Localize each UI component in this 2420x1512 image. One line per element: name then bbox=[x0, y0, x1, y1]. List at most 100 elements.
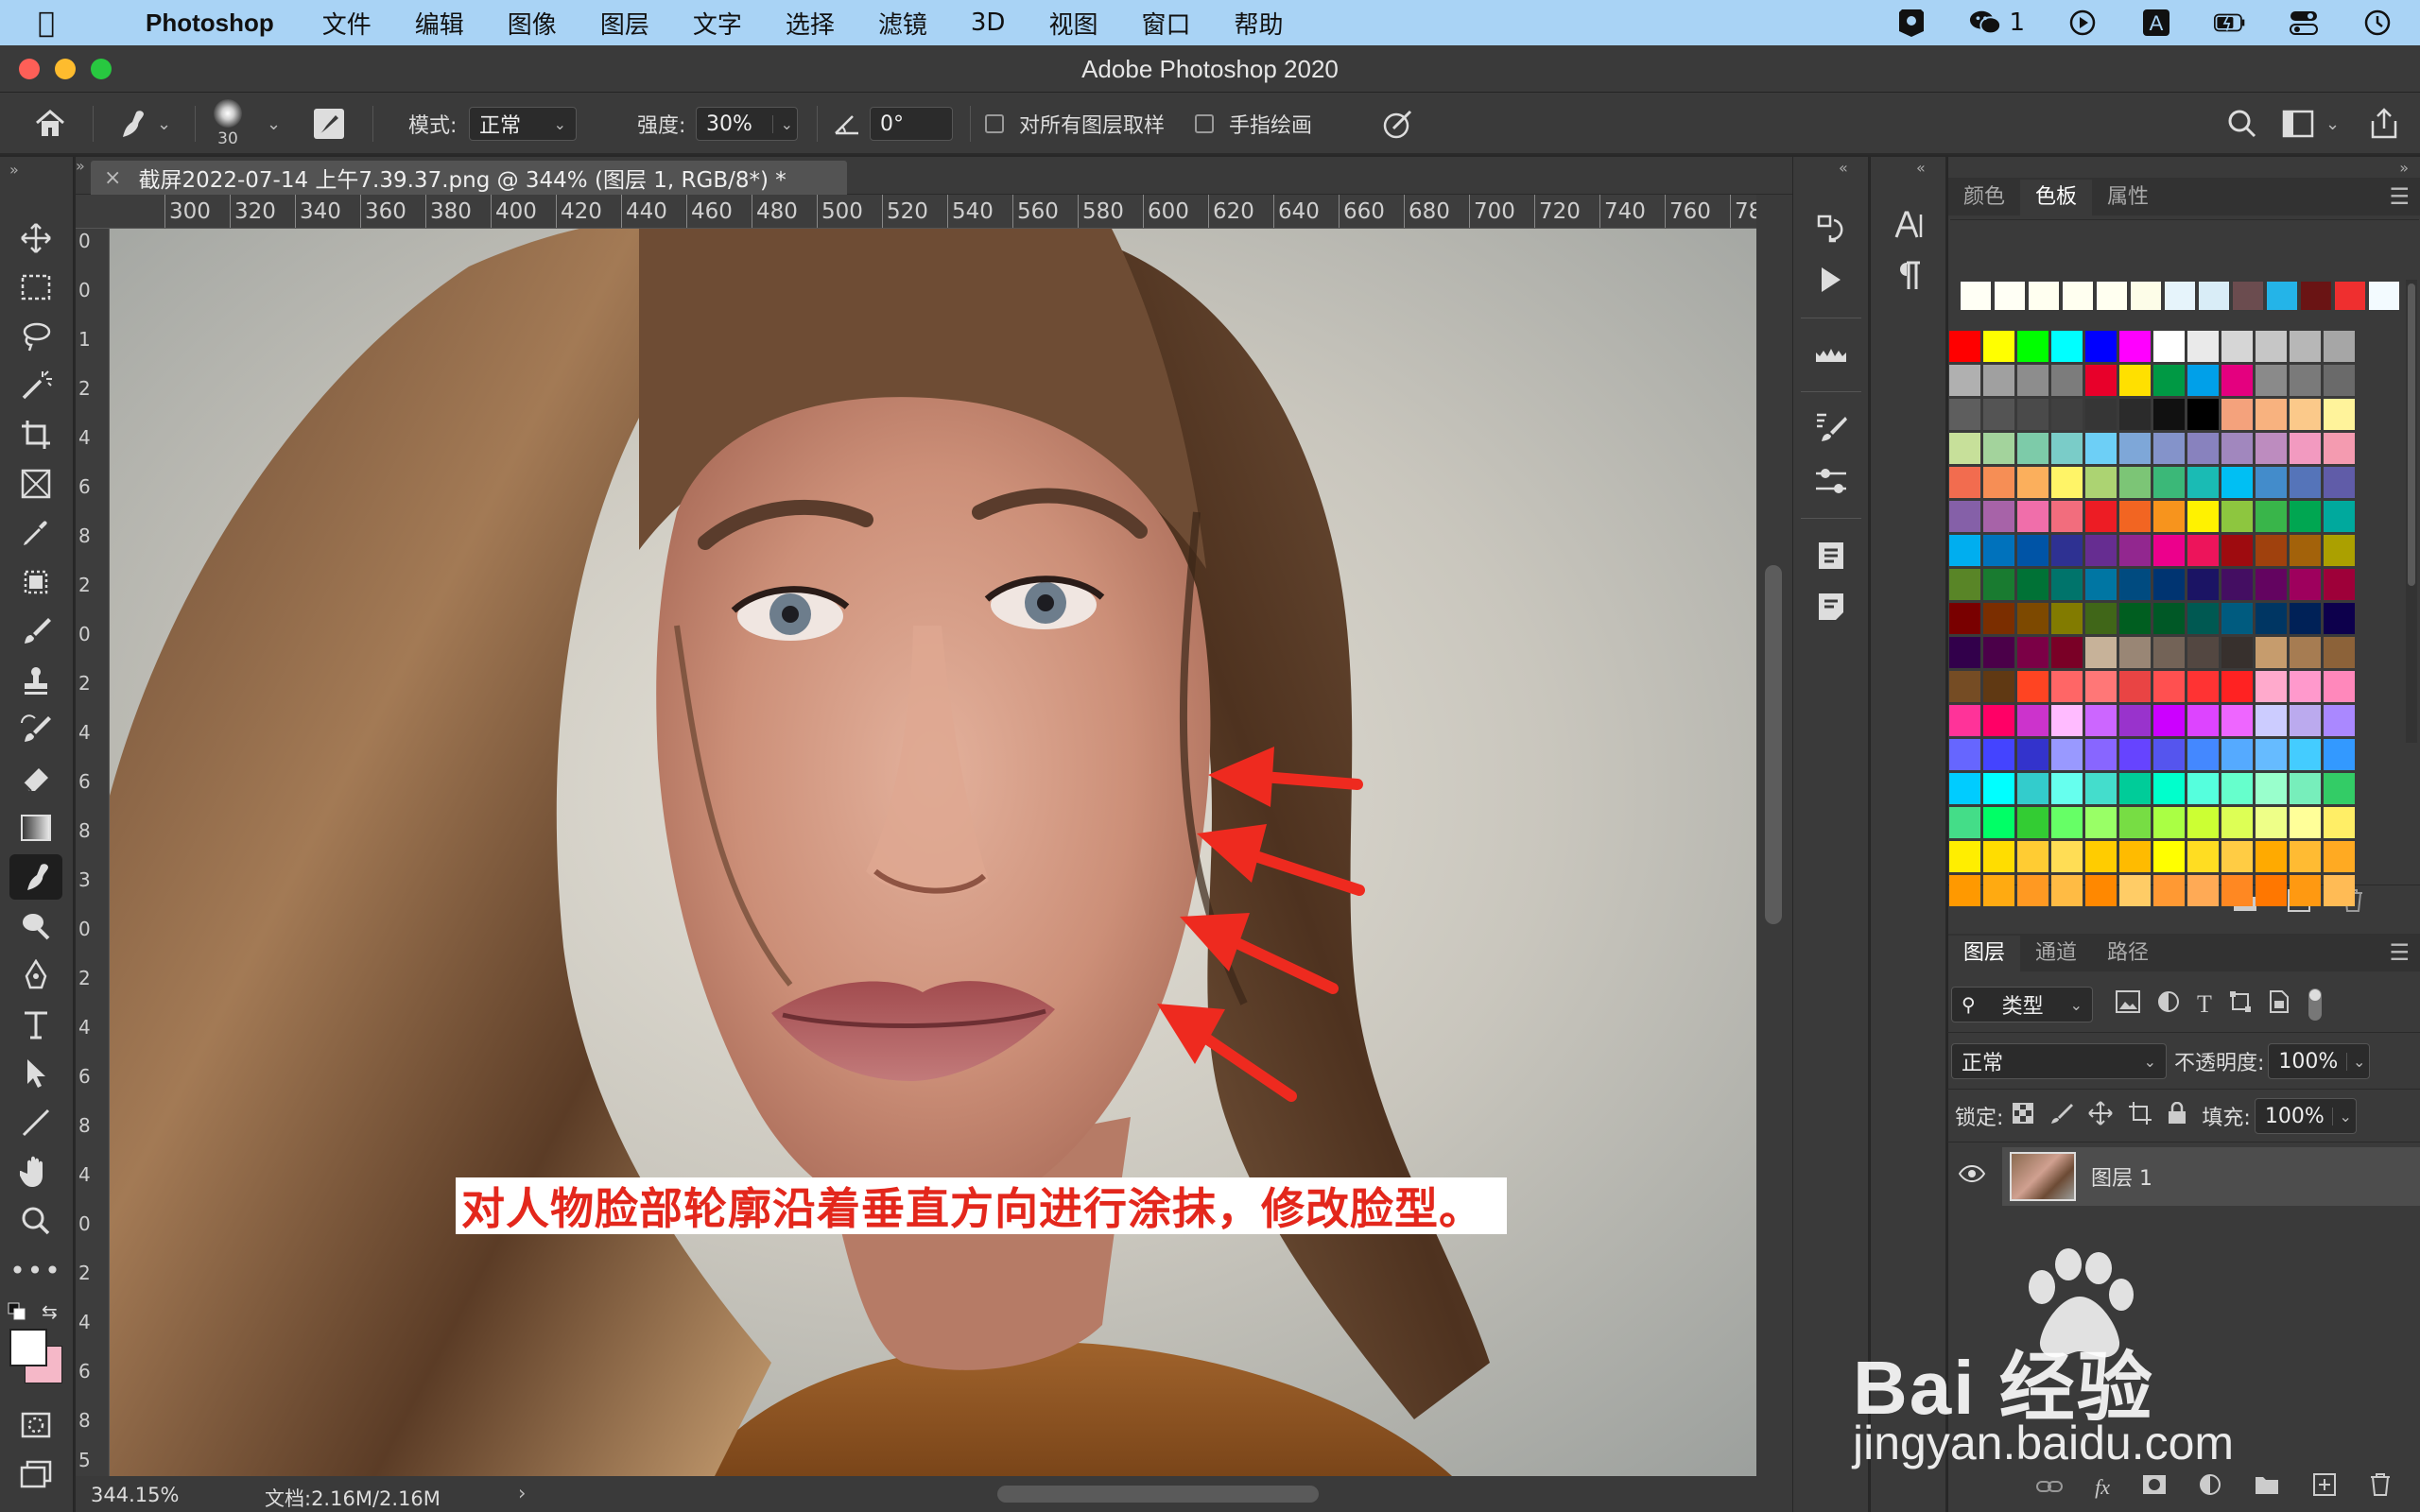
swatch[interactable] bbox=[2051, 807, 2083, 838]
recent-swatch[interactable] bbox=[1961, 282, 1991, 310]
lock-all-icon[interactable] bbox=[2168, 1101, 2187, 1130]
recent-swatch[interactable] bbox=[2029, 282, 2059, 310]
swatch[interactable] bbox=[2085, 739, 2117, 770]
swatch[interactable] bbox=[2153, 739, 2185, 770]
share-button[interactable] bbox=[2369, 93, 2399, 155]
type-tool[interactable] bbox=[9, 1002, 62, 1047]
swatch[interactable] bbox=[2051, 705, 2083, 736]
close-tab-icon[interactable]: × bbox=[104, 166, 121, 190]
recent-swatch[interactable] bbox=[2301, 282, 2331, 310]
marquee-tool[interactable] bbox=[9, 265, 62, 310]
foreground-color-swatch[interactable] bbox=[9, 1329, 47, 1366]
swatch[interactable] bbox=[2256, 331, 2287, 362]
control-center-icon[interactable] bbox=[2288, 7, 2320, 39]
swatch[interactable] bbox=[2017, 331, 2048, 362]
swatch[interactable] bbox=[2290, 569, 2321, 600]
filter-adjustment-icon[interactable] bbox=[2157, 990, 2180, 1019]
swatch[interactable] bbox=[2153, 501, 2185, 532]
swatch[interactable] bbox=[1983, 807, 2014, 838]
swatch[interactable] bbox=[2085, 807, 2117, 838]
swatch[interactable] bbox=[2256, 501, 2287, 532]
swatch[interactable] bbox=[2187, 569, 2219, 600]
collapse-icon[interactable]: » bbox=[76, 157, 85, 175]
swatch[interactable] bbox=[1983, 501, 2014, 532]
swatch[interactable] bbox=[2221, 637, 2253, 668]
swatch[interactable] bbox=[2085, 671, 2117, 702]
swatch[interactable] bbox=[2119, 365, 2151, 396]
swatch[interactable] bbox=[2256, 875, 2287, 906]
swatch[interactable] bbox=[2290, 467, 2321, 498]
swatch[interactable] bbox=[2324, 739, 2355, 770]
pressure-toggle[interactable] bbox=[1382, 93, 1414, 155]
lasso-tool[interactable] bbox=[9, 314, 62, 359]
swatch[interactable] bbox=[2085, 841, 2117, 872]
eyedropper-tool[interactable] bbox=[9, 510, 62, 556]
swatch[interactable] bbox=[2051, 637, 2083, 668]
filter-type-icon[interactable]: T bbox=[2197, 990, 2212, 1019]
screen-mode-button[interactable] bbox=[9, 1452, 62, 1497]
swatch[interactable] bbox=[2017, 671, 2048, 702]
swatch[interactable] bbox=[2153, 875, 2185, 906]
finger-painting-checkbox[interactable]: 手指绘画 bbox=[1195, 93, 1312, 155]
swatch[interactable] bbox=[2119, 875, 2151, 906]
recent-swatch[interactable] bbox=[2199, 282, 2229, 310]
swatch[interactable] bbox=[2256, 637, 2287, 668]
brush-preset-picker[interactable]: 30 bbox=[214, 93, 242, 155]
swatch[interactable] bbox=[1983, 705, 2014, 736]
swatch[interactable] bbox=[2153, 773, 2185, 804]
swatch[interactable] bbox=[2324, 535, 2355, 566]
swatch[interactable] bbox=[1949, 671, 1980, 702]
swatch[interactable] bbox=[1949, 705, 1980, 736]
quick-mask-button[interactable] bbox=[9, 1402, 62, 1448]
swatch[interactable] bbox=[2324, 671, 2355, 702]
swatch[interactable] bbox=[2221, 603, 2253, 634]
swatch[interactable] bbox=[2017, 433, 2048, 464]
swatch[interactable] bbox=[2221, 875, 2253, 906]
swatch[interactable] bbox=[2290, 365, 2321, 396]
swatch[interactable] bbox=[1949, 637, 1980, 668]
menu-3d[interactable]: 3D bbox=[971, 9, 1006, 37]
swatch[interactable] bbox=[1983, 739, 2014, 770]
swatch[interactable] bbox=[2051, 433, 2083, 464]
swap-colors-icon[interactable]: ⇆ bbox=[42, 1300, 58, 1323]
swatch[interactable] bbox=[2221, 365, 2253, 396]
gradient-tool[interactable] bbox=[9, 805, 62, 850]
more-tools-button[interactable]: ••• bbox=[9, 1247, 62, 1293]
swatch[interactable] bbox=[2187, 637, 2219, 668]
swatch[interactable] bbox=[2290, 399, 2321, 430]
recent-swatch[interactable] bbox=[1995, 282, 2025, 310]
swatch[interactable] bbox=[2085, 705, 2117, 736]
swatch[interactable] bbox=[2290, 433, 2321, 464]
blend-mode-select[interactable]: 正常 ⌄ bbox=[1951, 1043, 2167, 1079]
move-tool[interactable] bbox=[9, 215, 62, 261]
swatch[interactable] bbox=[2051, 331, 2083, 362]
apple-icon[interactable]:  bbox=[38, 7, 79, 40]
swatch[interactable] bbox=[1949, 365, 1980, 396]
swatch[interactable] bbox=[2119, 603, 2151, 634]
menu-select[interactable]: 选择 bbox=[786, 6, 835, 41]
angle-input[interactable]: 0° bbox=[870, 107, 953, 141]
swatch[interactable] bbox=[2221, 841, 2253, 872]
swatch[interactable] bbox=[2085, 875, 2117, 906]
swatch[interactable] bbox=[2017, 773, 2048, 804]
mode-select[interactable]: 正常 ⌄ bbox=[469, 107, 577, 141]
swatch[interactable] bbox=[2290, 603, 2321, 634]
swatch[interactable] bbox=[2256, 467, 2287, 498]
swatch[interactable] bbox=[2290, 875, 2321, 906]
history-brush-tool[interactable] bbox=[9, 707, 62, 752]
search-button[interactable] bbox=[2227, 93, 2257, 155]
swatch[interactable] bbox=[2119, 467, 2151, 498]
zoom-tool[interactable] bbox=[9, 1198, 62, 1244]
actions-panel-icon[interactable] bbox=[1808, 257, 1854, 302]
clone-stamp-tool[interactable] bbox=[9, 658, 62, 703]
delete-layer-icon[interactable] bbox=[2369, 1472, 2392, 1503]
swatch[interactable] bbox=[2256, 603, 2287, 634]
swatch[interactable] bbox=[1949, 739, 1980, 770]
swatch[interactable] bbox=[2221, 705, 2253, 736]
swatch[interactable] bbox=[2017, 501, 2048, 532]
swatch[interactable] bbox=[2290, 807, 2321, 838]
swatch[interactable] bbox=[2085, 331, 2117, 362]
tab-channels[interactable]: 通道 bbox=[2020, 936, 2092, 971]
panel-menu-icon[interactable]: ☰ bbox=[2389, 183, 2410, 210]
clock-icon[interactable] bbox=[2361, 7, 2394, 39]
